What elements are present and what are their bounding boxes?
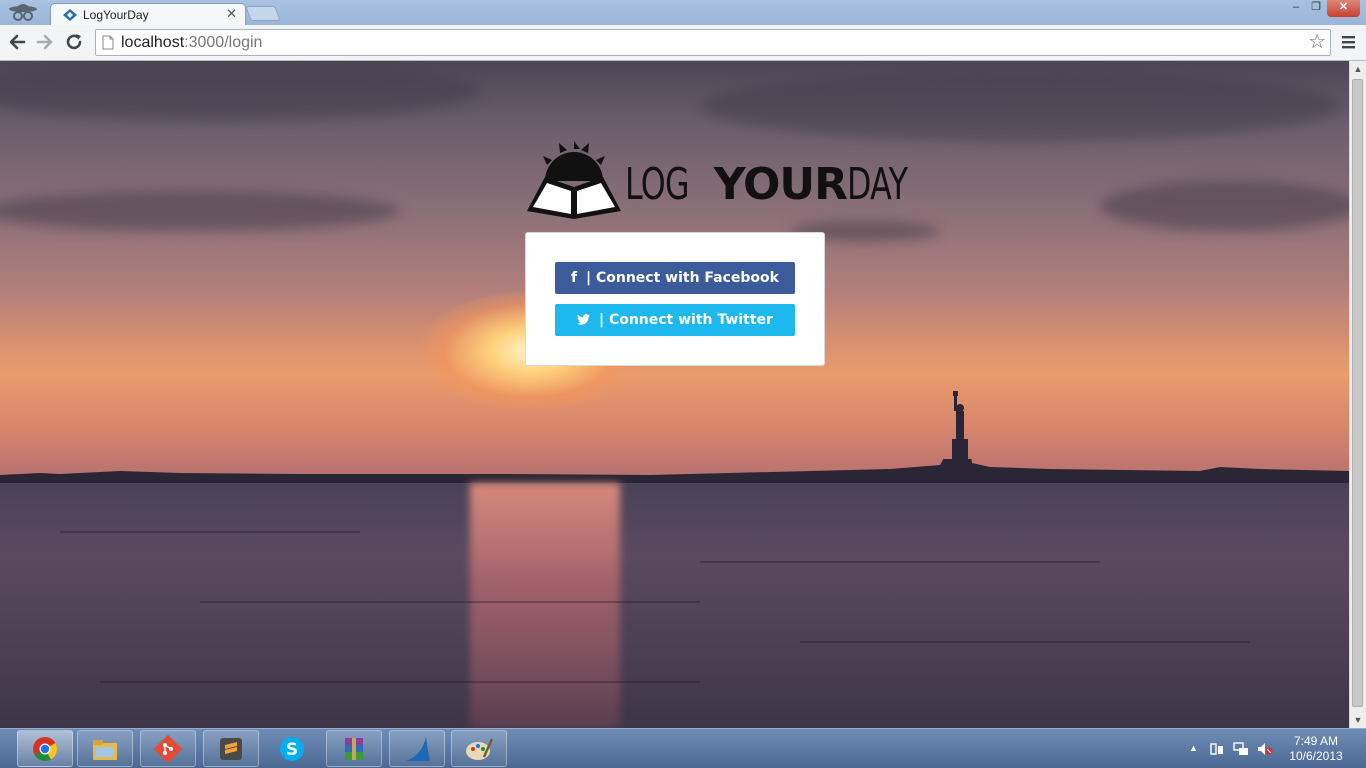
sublime-text-icon (220, 738, 242, 760)
taskbar-chrome[interactable] (17, 730, 73, 767)
browser-toolbar: localhost:3000/login ☆ (0, 25, 1366, 61)
back-arrow-icon[interactable] (6, 31, 28, 53)
forward-arrow-icon[interactable] (34, 31, 56, 53)
page-icon (102, 35, 114, 50)
chrome-menu-icon[interactable] (1340, 34, 1358, 50)
cloud (700, 71, 1340, 141)
scroll-down-arrow-icon[interactable]: ▼ (1350, 712, 1366, 728)
wave (700, 561, 1100, 563)
svg-text:S: S (286, 740, 298, 760)
volume-muted-icon[interactable] (1257, 742, 1273, 756)
connect-twitter-label: | Connect with Twitter (594, 312, 773, 328)
scroll-thumb[interactable] (1352, 79, 1363, 707)
git-icon (153, 735, 183, 763)
show-hidden-icons-arrow-icon[interactable]: ▲ (1189, 743, 1198, 753)
taskbar-winrar[interactable] (326, 730, 382, 767)
shark-app-icon (406, 737, 430, 761)
reload-icon[interactable] (63, 31, 85, 53)
wave (800, 641, 1250, 643)
taskbar-sublime-text[interactable] (203, 730, 259, 767)
page-viewport: LOG YOURDAY f | Connect with Facebook | C… (0, 61, 1349, 728)
chrome-icon (33, 737, 58, 762)
cloud (0, 191, 400, 231)
window-close-button[interactable]: ✕ (1327, 0, 1360, 17)
logo-text-log: LOG (625, 159, 690, 210)
taskbar-clock[interactable]: 7:49 AM 10/6/2013 (1284, 734, 1348, 764)
logo-wordmark: LOG YOURDAY (625, 163, 931, 207)
connect-facebook-button[interactable]: f | Connect with Facebook (555, 262, 795, 294)
bookmark-star-icon[interactable]: ☆ (1308, 31, 1326, 53)
connect-twitter-button[interactable]: | Connect with Twitter (555, 304, 795, 336)
taskbar-shark-app[interactable] (389, 730, 445, 767)
scroll-up-arrow-icon[interactable]: ▲ (1350, 61, 1366, 77)
url-path: :3000/login (184, 34, 263, 51)
vertical-scrollbar[interactable]: ▲ ▼ (1349, 61, 1366, 728)
window-minimize-button[interactable]: – (1286, 0, 1306, 17)
wave (200, 601, 700, 603)
screen: LogYourDay ✕ – ❐ ✕ localhost:3000/login … (0, 0, 1366, 768)
tab-logyourday[interactable]: LogYourDay ✕ (50, 3, 246, 26)
statue-of-liberty (952, 391, 968, 466)
taskbar-paint[interactable] (451, 730, 507, 767)
skyline-silhouette (0, 459, 1349, 483)
tab-title: LogYourDay (83, 8, 149, 22)
water (0, 483, 1349, 728)
address-bar[interactable]: localhost:3000/login ☆ (95, 29, 1331, 56)
window-maximize-button[interactable]: ❐ (1306, 0, 1326, 17)
clock-time: 7:49 AM (1293, 734, 1339, 748)
new-tab-button[interactable] (245, 6, 281, 21)
twitter-bird-icon (577, 314, 591, 325)
taskbar-skype[interactable]: S (264, 730, 320, 767)
wave (100, 681, 700, 683)
tab-favicon-icon (63, 9, 77, 21)
logo-text-your: YOUR (713, 159, 848, 210)
clock-date: 10/6/2013 (1289, 749, 1343, 763)
logo-sun-book-icon (527, 141, 621, 219)
winrar-icon (345, 738, 363, 760)
logo-text-day: DAY (847, 159, 908, 210)
url-text: localhost:3000/login (121, 33, 262, 53)
tab-close-icon[interactable]: ✕ (226, 6, 237, 22)
taskbar-git[interactable] (140, 730, 196, 767)
wave (60, 531, 360, 533)
logo: LOG YOURDAY (525, 141, 908, 223)
windows-taskbar: S ▲ 7:49 AM 10/6/2013 (0, 728, 1366, 768)
cloud (0, 61, 480, 121)
cloud (1100, 181, 1349, 231)
system-tray: ▲ 7:49 AM 10/6/2013 (1185, 729, 1366, 768)
skype-icon: S (280, 737, 304, 761)
action-center-flag-icon[interactable] (1209, 742, 1225, 756)
url-host: localhost (121, 34, 185, 51)
facebook-icon: f (571, 270, 578, 286)
network-icon[interactable] (1233, 742, 1249, 756)
sun-reflection (470, 483, 620, 728)
tab-strip: LogYourDay ✕ – ❐ ✕ (0, 0, 1366, 26)
login-card: f | Connect with Facebook | Connect with… (525, 232, 825, 366)
incognito-icon (6, 1, 40, 23)
taskbar-file-explorer[interactable] (77, 730, 133, 767)
file-explorer-icon (93, 740, 117, 760)
connect-facebook-label: | Connect with Facebook (581, 270, 779, 286)
paint-icon (466, 738, 494, 760)
